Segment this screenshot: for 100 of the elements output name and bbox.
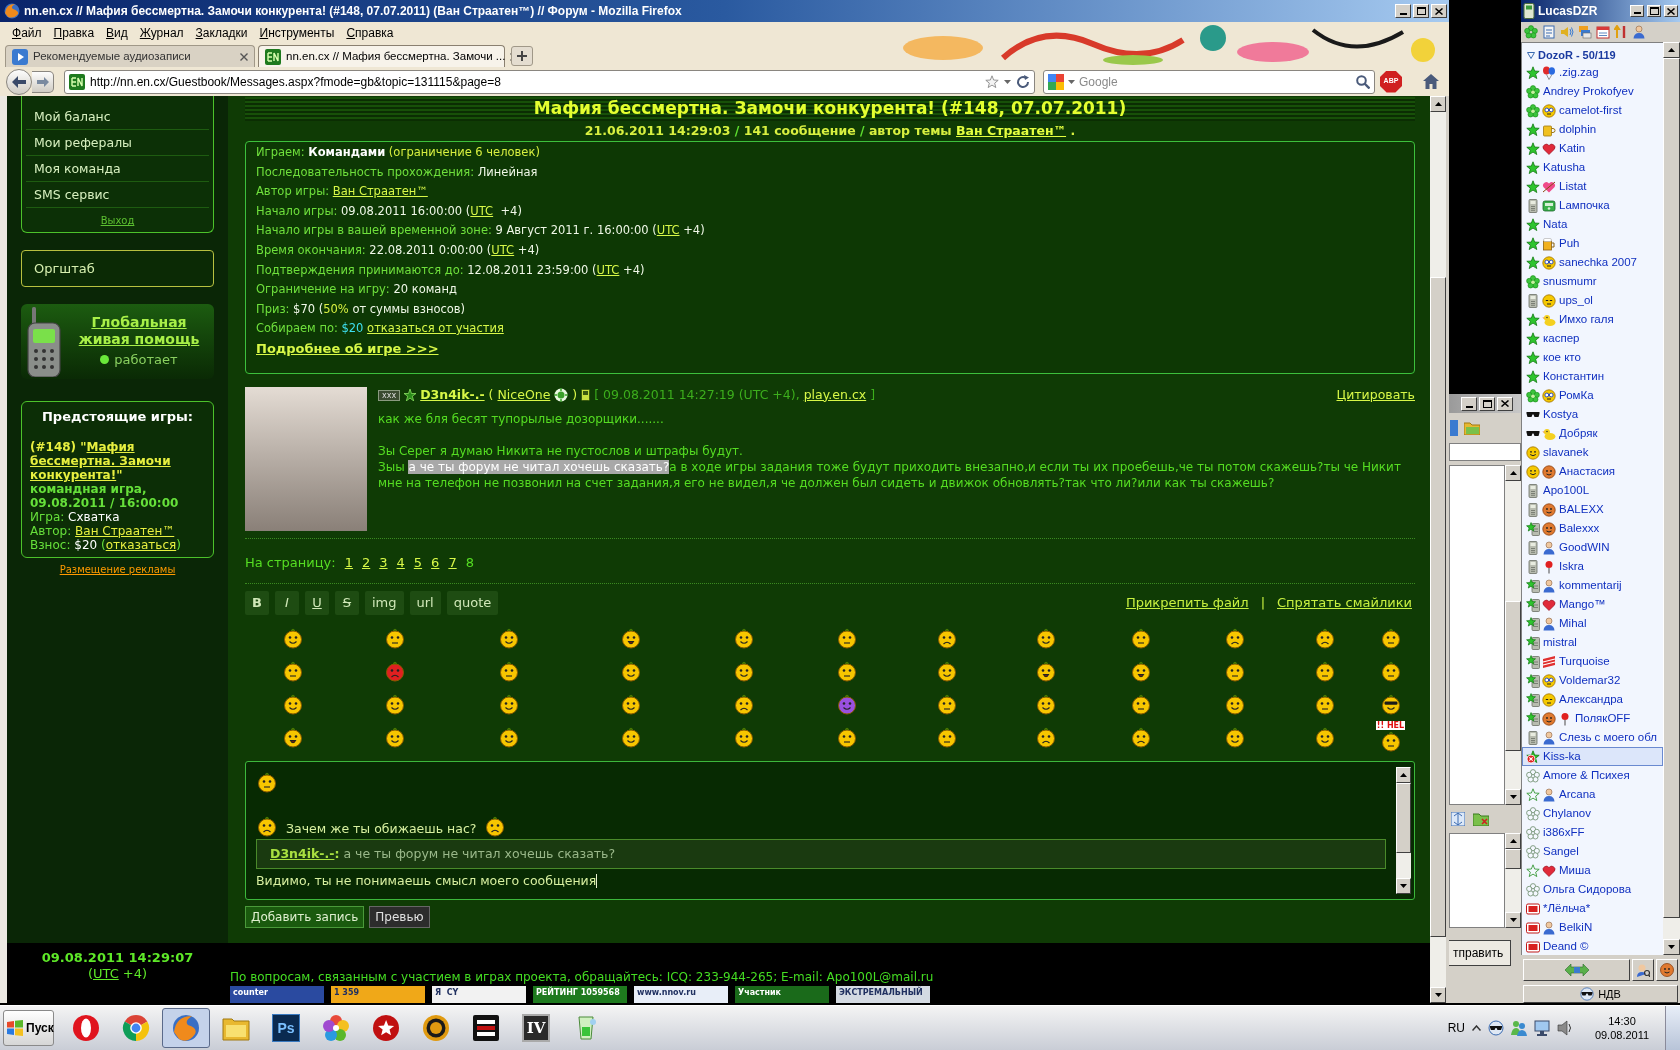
link[interactable]: Ван Страатен™ bbox=[332, 184, 428, 199]
format-button[interactable]: url bbox=[409, 591, 441, 615]
smiley-icon[interactable] bbox=[1223, 692, 1246, 715]
format-button[interactable]: B bbox=[245, 591, 269, 615]
menu-link[interactable]: Моя команда bbox=[26, 156, 209, 182]
back-button[interactable] bbox=[6, 68, 32, 95]
smiley-icon[interactable] bbox=[1035, 725, 1057, 748]
contact-item[interactable]: Chylanov bbox=[1522, 804, 1663, 823]
format-button[interactable]: img bbox=[365, 591, 404, 615]
smiley-icon[interactable] bbox=[935, 725, 958, 748]
contact-item[interactable]: Sangel bbox=[1522, 842, 1663, 861]
contact-item[interactable]: Добряк bbox=[1522, 424, 1663, 443]
counter-banner[interactable]: www.nnov.ru bbox=[634, 986, 728, 1003]
menu-link[interactable]: Мой баланс bbox=[26, 104, 209, 130]
contact-item[interactable]: slavanek bbox=[1522, 443, 1663, 462]
smiley-icon[interactable] bbox=[1035, 659, 1057, 682]
smiley-icon[interactable] bbox=[935, 692, 958, 715]
menu-item[interactable]: Справка bbox=[340, 23, 400, 42]
smiley-icon[interactable] bbox=[733, 692, 755, 715]
link[interactable]: Ван Страатен™ bbox=[75, 524, 175, 538]
contact-item[interactable]: Анастасия bbox=[1522, 462, 1663, 481]
format-button[interactable]: S bbox=[335, 591, 359, 615]
smiley-icon[interactable] bbox=[498, 725, 520, 748]
contact-item[interactable]: dolphin bbox=[1522, 120, 1663, 139]
smiley-icon[interactable] bbox=[1223, 659, 1246, 682]
show-desktop-button[interactable] bbox=[1665, 1006, 1680, 1050]
smiley-icon[interactable] bbox=[1379, 692, 1402, 715]
contact-item[interactable]: Александра bbox=[1522, 690, 1663, 709]
link[interactable]: UTC bbox=[596, 262, 620, 277]
reload-icon[interactable] bbox=[1016, 74, 1030, 89]
monitor-icon[interactable] bbox=[1534, 1020, 1550, 1036]
page-link[interactable]: 6 bbox=[431, 553, 440, 573]
taskbar-button[interactable]: Ps bbox=[262, 1008, 310, 1048]
close-button[interactable] bbox=[1664, 5, 1678, 17]
maximize-button[interactable] bbox=[1479, 396, 1495, 411]
smiley-icon[interactable] bbox=[1313, 626, 1336, 649]
maximize-button[interactable] bbox=[1413, 4, 1429, 18]
smiley-icon[interactable] bbox=[1313, 692, 1336, 715]
contact-item[interactable]: Katusha bbox=[1522, 158, 1663, 177]
contact-item[interactable]: Voldemar32 bbox=[1522, 671, 1663, 690]
contact-item[interactable]: mistral bbox=[1522, 633, 1663, 652]
menu-link[interactable]: Мои рефералы bbox=[26, 130, 209, 156]
submit-button[interactable]: Добавить запись bbox=[245, 906, 365, 928]
smiley-icon[interactable] bbox=[383, 626, 406, 649]
logout-link[interactable]: Выход bbox=[100, 213, 135, 228]
minimize-button[interactable] bbox=[1630, 5, 1644, 17]
counter-banner[interactable]: counter bbox=[230, 986, 324, 1003]
person-icon[interactable] bbox=[1632, 25, 1646, 39]
sunglasses-face-icon[interactable] bbox=[1488, 1020, 1504, 1036]
start-button[interactable]: Пуск bbox=[3, 1010, 54, 1046]
link[interactable]: UTC bbox=[491, 242, 515, 257]
page-link[interactable]: 5 bbox=[413, 553, 423, 573]
contact-item[interactable]: каспер bbox=[1522, 329, 1663, 348]
toolbar-button[interactable] bbox=[1632, 959, 1654, 981]
contact-item[interactable]: ПолякOFF bbox=[1522, 709, 1663, 728]
smiley-icon[interactable] bbox=[835, 725, 858, 748]
page-link[interactable]: 1 bbox=[344, 553, 353, 573]
smiley-icon[interactable] bbox=[383, 725, 406, 748]
menu-item[interactable]: Инструменты bbox=[253, 23, 341, 42]
scroll-up-button[interactable] bbox=[1663, 42, 1680, 58]
maximize-button[interactable] bbox=[1647, 5, 1661, 17]
page-link[interactable]: 4 bbox=[396, 553, 405, 573]
smiley-icon[interactable] bbox=[835, 626, 858, 649]
contact-item[interactable]: кое кто bbox=[1522, 348, 1663, 367]
contact-item[interactable]: sanechka 2007 bbox=[1522, 253, 1663, 272]
format-button[interactable]: quote bbox=[446, 591, 499, 615]
smiley-icon[interactable] bbox=[1129, 692, 1152, 715]
link[interactable]: UTC bbox=[656, 223, 680, 238]
contact-item[interactable]: Deand © bbox=[1522, 937, 1663, 955]
menu-item[interactable]: Правка bbox=[47, 23, 101, 42]
contact-item[interactable]: Kostya bbox=[1522, 405, 1663, 424]
close-button[interactable] bbox=[1431, 4, 1447, 18]
contact-item[interactable]: *Лёльча* bbox=[1522, 899, 1663, 918]
clipboard-icon[interactable] bbox=[1542, 25, 1556, 39]
contact-item[interactable]: Katin bbox=[1522, 139, 1663, 158]
input-field[interactable] bbox=[1449, 833, 1505, 928]
counter-banner[interactable]: 1 359 bbox=[331, 986, 425, 1003]
smiley-icon[interactable] bbox=[1313, 659, 1336, 682]
minimize-button[interactable] bbox=[1395, 4, 1411, 18]
scroll-up-button[interactable] bbox=[1505, 833, 1521, 849]
smiley-icon[interactable] bbox=[619, 659, 642, 682]
link[interactable]: UTC bbox=[470, 203, 494, 218]
scroll-up-button[interactable] bbox=[1396, 767, 1411, 783]
contact-group[interactable]: DozoR - 50/119 bbox=[1522, 47, 1663, 63]
smiley-icon[interactable] bbox=[282, 725, 304, 748]
smiley-icon[interactable] bbox=[498, 692, 520, 715]
taskbar-button[interactable]: IV bbox=[512, 1008, 560, 1048]
smiley-icon[interactable] bbox=[619, 725, 642, 748]
scroll-up-button[interactable] bbox=[1505, 465, 1521, 481]
attach-file-link[interactable]: Прикрепить файл bbox=[1125, 593, 1249, 613]
smiley-icon[interactable] bbox=[1379, 730, 1402, 752]
contact-item[interactable]: i386xFF bbox=[1522, 823, 1663, 842]
menu-item[interactable]: Вид bbox=[100, 23, 134, 42]
forward-button[interactable] bbox=[32, 70, 54, 93]
smiley-icon[interactable] bbox=[498, 659, 520, 682]
search-field[interactable]: Google bbox=[1043, 69, 1375, 94]
scroll-down-button[interactable] bbox=[1505, 789, 1521, 805]
hide-smileys-link[interactable]: Спрятать смайлики bbox=[1277, 593, 1412, 613]
contact-item[interactable]: Listat bbox=[1522, 177, 1663, 196]
smiley-icon[interactable] bbox=[1379, 626, 1402, 649]
